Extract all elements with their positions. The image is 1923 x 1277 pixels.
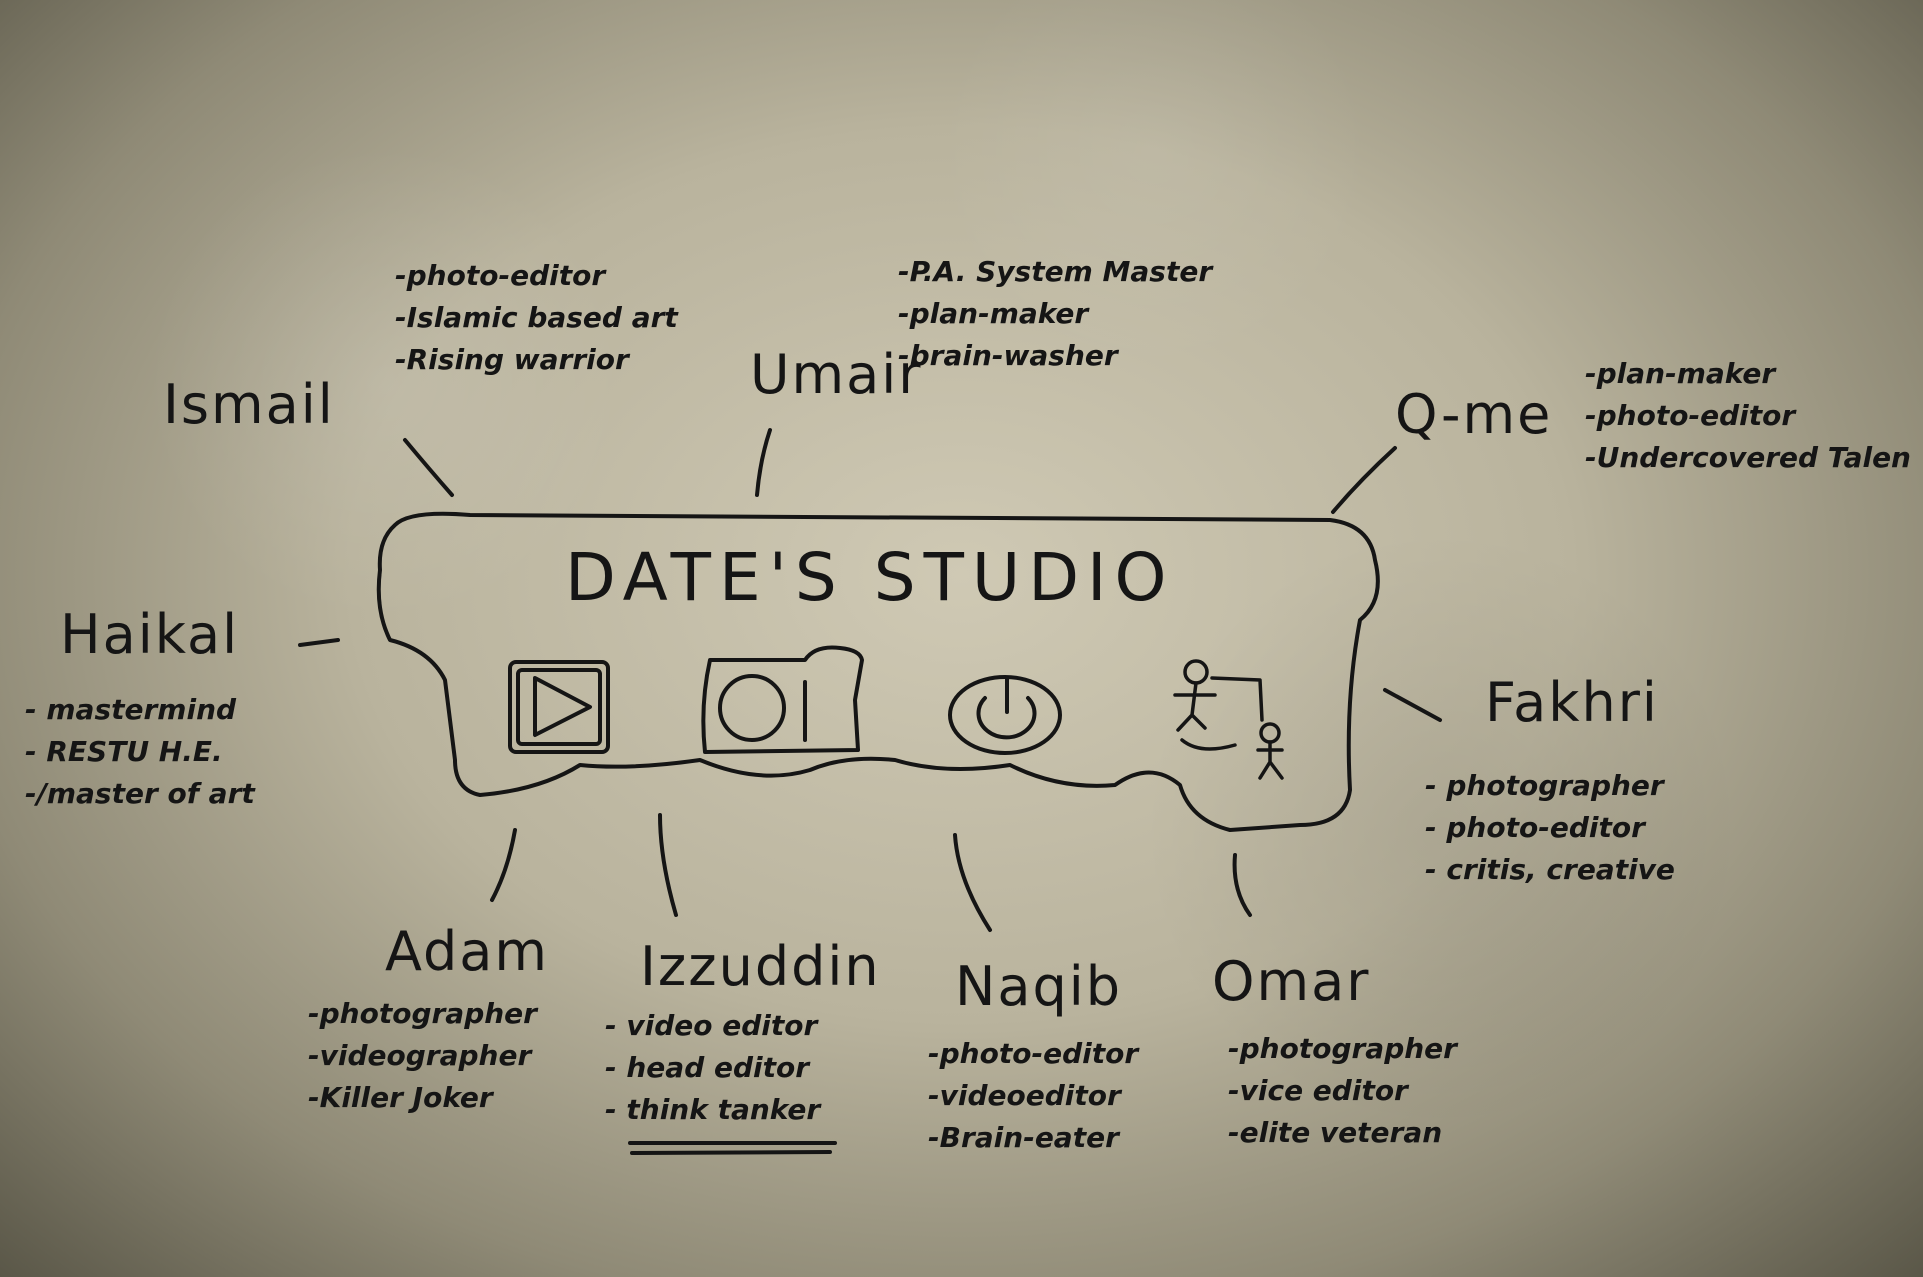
role-list-haikal: - mastermind - RESTU H.E. -/master of ar… [25, 696, 255, 808]
role-item: -photographer [308, 997, 537, 1030]
member-name-naqib: Naqib [955, 955, 1123, 1018]
role-item: - photographer [1425, 769, 1664, 802]
role-item: - RESTU H.E. [25, 735, 223, 768]
role-item: - mastermind [25, 693, 237, 726]
role-list-fakhri: - photographer - photo-editor - critis, … [1425, 772, 1675, 884]
role-item: -photo-editor [395, 259, 606, 292]
role-list-omar: -photographer -vice editor -elite vetera… [1228, 1035, 1457, 1147]
role-item: - photo-editor [1425, 811, 1645, 844]
camera-icon [701, 645, 864, 754]
role-list-umair: -P.A. System Master -plan-maker -brain-w… [898, 258, 1212, 370]
role-list-adam: -photographer -videographer -Killer Joke… [308, 1000, 537, 1112]
member-name-qme: Q-me [1395, 383, 1553, 446]
role-item: - think tanker [605, 1093, 821, 1126]
connector-fakhri [1383, 688, 1442, 722]
connector-adam [490, 828, 517, 902]
role-list-ismail: -photo-editor -Islamic based art -Rising… [395, 262, 678, 374]
member-name-izzuddin: Izzuddin [640, 935, 881, 998]
role-item: -videographer [308, 1039, 532, 1072]
think-tanker-underline [628, 1141, 837, 1155]
member-name-umair: Umair [750, 343, 923, 406]
connector-qme [1331, 446, 1397, 514]
role-item: -plan-maker [898, 297, 1089, 330]
role-item: -Brain-eater [928, 1121, 1119, 1154]
role-item: -plan-maker [1585, 357, 1776, 390]
role-item: -vice editor [1228, 1074, 1408, 1107]
figures-icon [1173, 659, 1284, 780]
member-name-ismail: Ismail [163, 373, 335, 436]
role-item: -Killer Joker [308, 1081, 493, 1114]
role-item: -photographer [1228, 1032, 1457, 1065]
role-list-qme: -plan-maker -photo-editor -Undercovered … [1585, 360, 1911, 472]
role-item: -brain-washer [898, 339, 1118, 372]
connector-omar [1232, 853, 1252, 917]
role-item: -Islamic based art [395, 301, 678, 334]
role-item: - critis, creative [1425, 853, 1675, 886]
role-item: -P.A. System Master [898, 255, 1213, 288]
role-item: -Rising warrior [395, 343, 629, 376]
play-icon [508, 660, 610, 754]
role-list-naqib: -photo-editor -videoeditor -Brain-eater [928, 1040, 1138, 1152]
role-item: -photo-editor [928, 1037, 1139, 1070]
connector-izzuddin [658, 813, 678, 917]
connector-ismail [403, 438, 454, 497]
member-name-omar: Omar [1212, 950, 1371, 1013]
member-name-fakhri: Fakhri [1485, 671, 1659, 734]
role-list-izzuddin: - video editor - head editor - think tan… [605, 1012, 820, 1124]
role-item: -photo-editor [1585, 399, 1796, 432]
role-item: -Undercovered Talen [1585, 441, 1911, 474]
connector-haikal [298, 638, 340, 647]
role-item: - head editor [605, 1051, 810, 1084]
role-item: -videoeditor [928, 1079, 1121, 1112]
connector-naqib [953, 833, 992, 932]
studio-title: DATE'S STUDIO [565, 539, 1175, 616]
role-item: -elite veteran [1228, 1116, 1443, 1149]
power-icon [948, 675, 1062, 755]
member-name-adam: Adam [385, 920, 549, 983]
connector-umair [755, 428, 772, 497]
member-name-haikal: Haikal [60, 603, 240, 666]
role-item: - video editor [605, 1009, 818, 1042]
role-item: -/master of art [25, 777, 255, 810]
